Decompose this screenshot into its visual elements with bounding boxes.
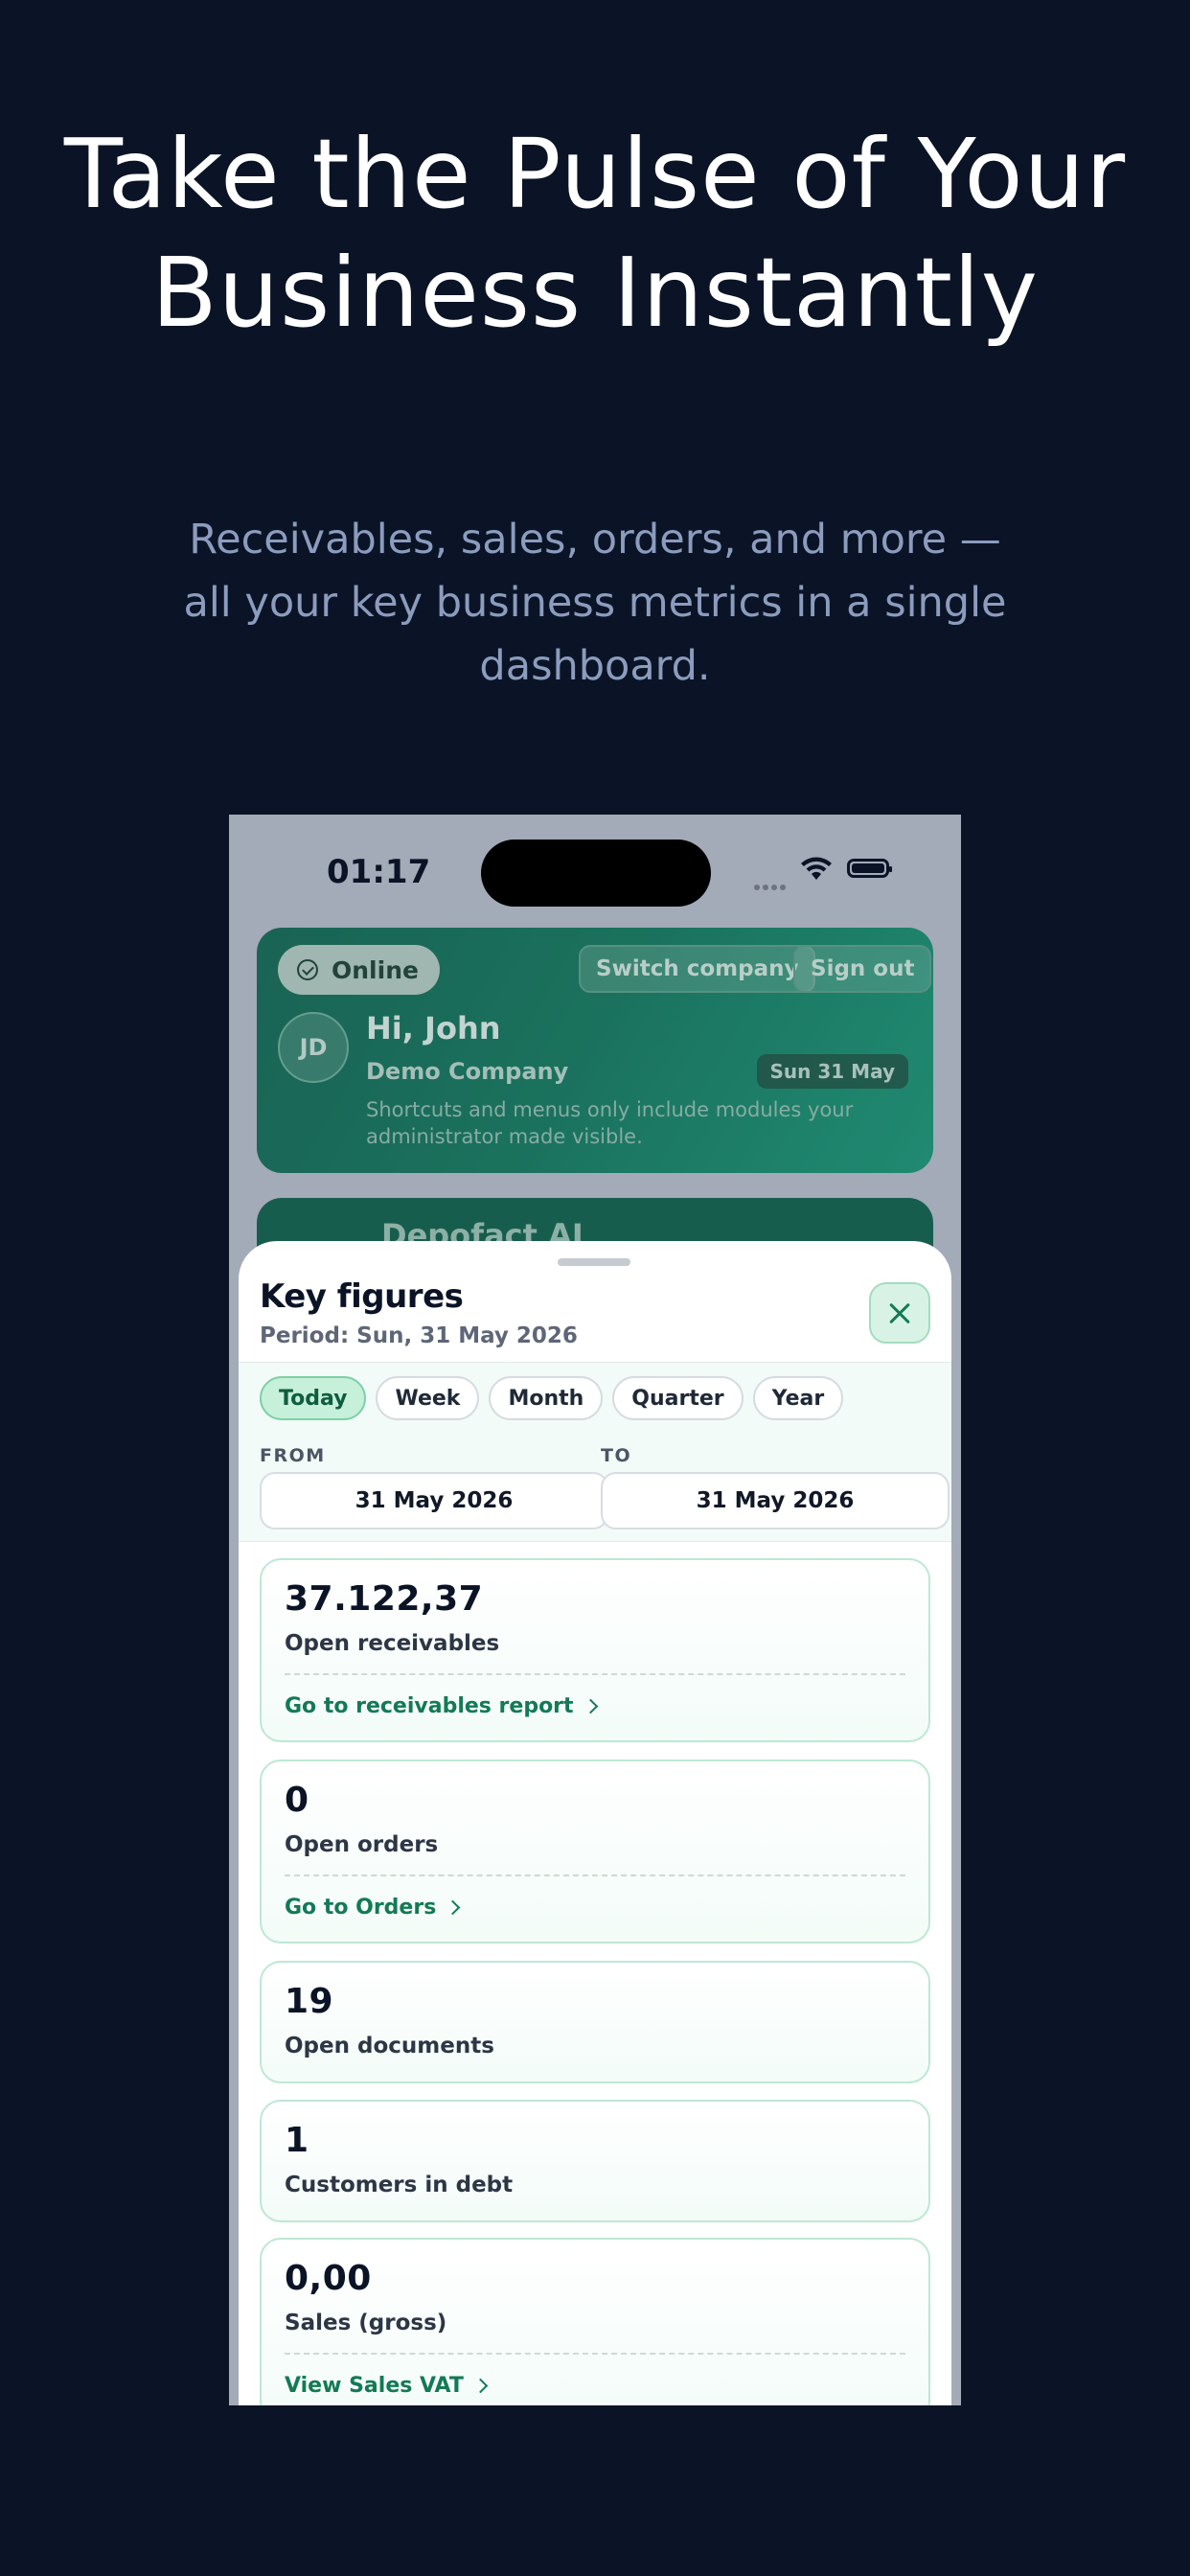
period-chips: Today Week Month Quarter Year xyxy=(260,1376,853,1420)
link-label: Go to Orders xyxy=(285,1896,437,1920)
from-date-input[interactable]: 31 May 2026 xyxy=(260,1472,608,1530)
status-bar: 01:17 xyxy=(229,815,961,930)
chevron-right-icon xyxy=(446,1899,461,1916)
chip-today[interactable]: Today xyxy=(260,1376,367,1420)
chip-quarter[interactable]: Quarter xyxy=(612,1376,744,1420)
metric-label: Open documents xyxy=(285,2034,494,2058)
dynamic-island xyxy=(481,840,711,907)
welcome-card: Online Switch company Sign out JD Hi, Jo… xyxy=(257,928,933,1173)
from-label: FROM xyxy=(260,1445,326,1466)
metric-value: 0 xyxy=(285,1781,309,1820)
metric-label: Sales (gross) xyxy=(285,2311,447,2335)
to-date-input[interactable]: 31 May 2026 xyxy=(601,1472,950,1530)
chip-month[interactable]: Month xyxy=(489,1376,604,1420)
chip-week[interactable]: Week xyxy=(376,1376,480,1420)
wifi-icon xyxy=(801,857,832,880)
metric-card-open-orders: 0 Open orders Go to Orders xyxy=(260,1760,930,1944)
avatar: JD xyxy=(278,1012,349,1083)
metric-label: Open receivables xyxy=(285,1631,500,1656)
orders-link[interactable]: Go to Orders xyxy=(285,1896,461,1920)
battery-icon xyxy=(847,859,892,878)
to-label: TO xyxy=(601,1445,632,1466)
metric-divider xyxy=(285,2353,905,2355)
link-label: Go to receivables report xyxy=(285,1694,574,1718)
metric-divider xyxy=(285,1673,905,1675)
receivables-report-link[interactable]: Go to receivables report xyxy=(285,1694,598,1718)
metric-card-open-receivables: 37.122,37 Open receivables Go to receiva… xyxy=(260,1558,930,1742)
sheet-title: Key figures xyxy=(260,1277,464,1316)
sign-out-button[interactable]: Sign out xyxy=(793,945,932,993)
metric-divider xyxy=(285,1874,905,1876)
key-figures-sheet: Key figures Period: Sun, 31 May 2026 Tod… xyxy=(239,1241,951,2405)
period-filter: Today Week Month Quarter Year FROM TO 31… xyxy=(239,1362,951,1542)
sheet-period: Period: Sun, 31 May 2026 xyxy=(260,1323,578,1348)
metric-card-open-documents: 19 Open documents xyxy=(260,1961,930,2083)
status-time: 01:17 xyxy=(327,853,431,891)
close-button[interactable] xyxy=(869,1282,930,1344)
promo-subtitle: Receivables, sales, orders, and more — a… xyxy=(183,516,1007,690)
online-label: Online xyxy=(332,955,419,984)
promo-title: Take the Pulse of Your Business Instantl… xyxy=(63,118,1127,349)
metric-card-sales-gross: 0,00 Sales (gross) View Sales VAT xyxy=(260,2238,930,2405)
chevron-right-icon xyxy=(583,1698,598,1714)
date-badge: Sun 31 May xyxy=(756,1054,908,1089)
check-circle-icon xyxy=(297,959,318,980)
metric-value: 19 xyxy=(285,1982,334,2021)
metric-label: Customers in debt xyxy=(285,2173,514,2197)
phone-screen: 01:17 Online Switch company Sign out JD … xyxy=(229,815,961,2405)
switch-company-button[interactable]: Switch company xyxy=(579,945,816,993)
sales-vat-link[interactable]: View Sales VAT xyxy=(285,2374,489,2398)
chip-year[interactable]: Year xyxy=(752,1376,844,1420)
greeting: Hi, John xyxy=(366,1010,501,1046)
online-status-pill: Online xyxy=(278,945,440,995)
sheet-grabber[interactable] xyxy=(558,1258,630,1266)
metric-label: Open orders xyxy=(285,1832,439,1857)
visibility-note: Shortcuts and menus only include modules… xyxy=(366,1098,854,1148)
metric-value: 37.122,37 xyxy=(285,1579,484,1619)
signal-dots-icon xyxy=(754,876,790,890)
company-name: Demo Company xyxy=(366,1058,569,1085)
link-label: View Sales VAT xyxy=(285,2374,464,2398)
metric-card-customers-in-debt: 1 Customers in debt xyxy=(260,2100,930,2222)
chevron-right-icon xyxy=(472,2378,489,2394)
metric-value: 1 xyxy=(285,2121,309,2160)
metric-value: 0,00 xyxy=(285,2259,372,2298)
